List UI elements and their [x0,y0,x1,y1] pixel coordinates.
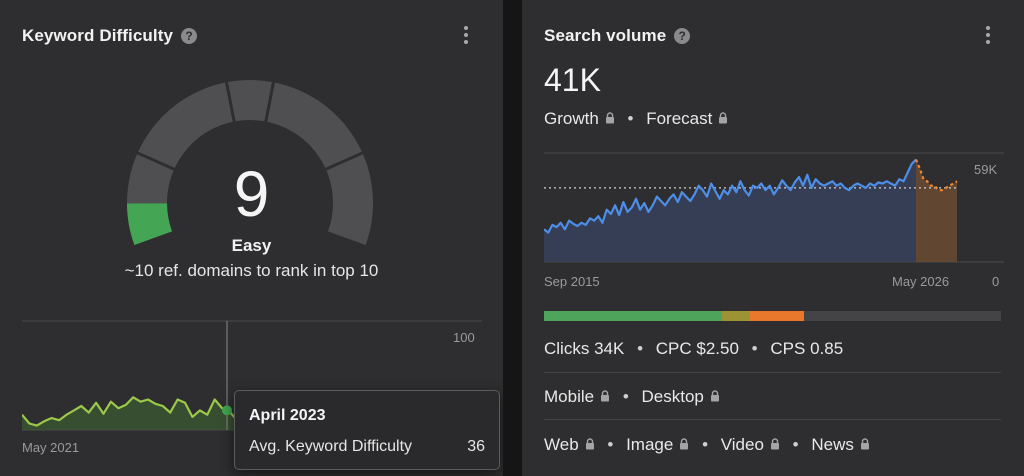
hover-point [222,405,232,416]
chart-tooltip: April 2023 Avg. Keyword Difficulty 36 [234,390,500,470]
separator-dot: • [702,434,709,454]
cpc-stat: CPC $2.50 [656,338,739,359]
growth-tab[interactable]: Growth [544,108,615,129]
separator-dot: • [607,434,614,454]
traffic-bar-segment [749,311,805,321]
separator-dot: • [792,434,799,454]
lock-icon [710,390,719,402]
sv-y-min: 0 [992,274,1000,289]
kd-x-start: May 2021 [22,440,80,455]
separator-dot: • [622,386,629,406]
stat-label: CPC [655,338,692,358]
kd-level: Easy [231,236,272,255]
keyword-difficulty-panel: Keyword Difficulty? 9 Easy ~10 ref. doma… [0,0,503,476]
kd-title: Keyword Difficulty [22,26,174,45]
serp-video[interactable]: Video [721,434,780,455]
lock-icon [601,390,610,402]
search-volume-panel: Search volume? 41K Growth • Forecast 59K… [522,0,1024,476]
stat-value: 0.85 [810,338,844,358]
more-options-icon[interactable] [462,26,470,48]
separator-dot: • [627,108,634,128]
stat-value: $2.50 [696,338,739,358]
separator-dot: • [751,338,758,358]
traffic-distribution-bar [544,311,1001,321]
serp-image[interactable]: Image [626,434,689,455]
kd-y-max: 100 [453,330,475,345]
devices-row: Mobile • Desktop [544,386,720,407]
serp-news[interactable]: News [811,434,870,455]
stat-label: Clicks [544,338,590,358]
lock-icon [860,438,869,450]
sv-history-area [544,159,916,262]
serp-label: News [811,434,854,454]
lock-icon [680,438,689,450]
serp-types-row: Web • Image • Video • News [544,434,870,455]
traffic-bar-segment [544,311,723,321]
growth-label: Growth [544,108,599,128]
sv-x-start: Sep 2015 [544,274,600,289]
kd-score: 9 [233,158,270,230]
kd-title-row: Keyword Difficulty? [22,26,198,46]
forecast-tab[interactable]: Forecast [646,108,728,129]
device-label: Mobile [544,386,595,406]
serp-label: Web [544,434,579,454]
clicks-stat: Clicks 34K [544,338,624,359]
sv-y-max: 59K [974,162,998,177]
cps-stat: CPS 0.85 [770,338,843,359]
lock-icon [585,438,594,450]
help-icon[interactable]: ? [674,28,691,44]
growth-forecast-row: Growth • Forecast [544,108,728,129]
search-volume-chart[interactable] [544,150,1004,265]
sv-title-row: Search volume? [544,26,691,46]
lock-icon [605,112,614,124]
divider [544,372,1001,373]
serp-label: Image [626,434,674,454]
forecast-label: Forecast [646,108,713,128]
sv-forecast-area [916,159,957,262]
tooltip-value: 36 [467,438,485,455]
serp-web[interactable]: Web [544,434,595,455]
serp-label: Video [720,434,764,454]
sv-title: Search volume [544,26,667,45]
device-label: Desktop [641,386,704,406]
stat-label: CPS [770,338,806,358]
divider [544,419,1001,420]
tooltip-date: April 2023 [249,407,326,424]
sv-x-end: May 2026 [892,274,950,289]
stats-row: Clicks 34K • CPC $2.50 • CPS 0.85 [544,338,843,359]
lock-icon [770,438,779,450]
kd-subtitle: ~10 ref. domains to rank in top 10 [124,261,379,280]
search-volume-value: 41K [544,62,601,98]
traffic-bar-segment [804,311,1001,321]
device-desktop[interactable]: Desktop [642,386,720,407]
lock-icon [719,112,728,124]
separator-dot: • [637,338,644,358]
more-options-icon[interactable] [984,26,992,48]
device-mobile[interactable]: Mobile [544,386,610,407]
tooltip-label: Avg. Keyword Difficulty [249,438,413,455]
help-icon[interactable]: ? [181,28,198,44]
traffic-bar-segment [722,311,750,321]
stat-value: 34K [594,338,625,358]
